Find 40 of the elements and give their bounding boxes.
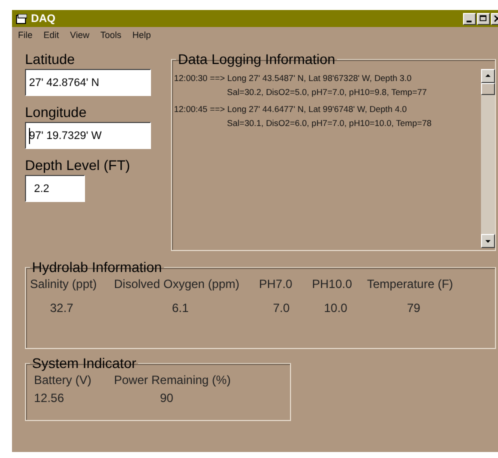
menu-item[interactable]: Tools xyxy=(100,30,122,40)
panel-title: System Indicator xyxy=(31,355,138,371)
column-label: PH10.0 xyxy=(312,277,354,291)
column-label: Salinity (ppt) xyxy=(30,277,98,291)
field-label: Latitude xyxy=(25,51,76,67)
value-text: 90 xyxy=(159,391,174,405)
scrollbar[interactable] xyxy=(481,69,495,248)
scroll-up-icon[interactable] xyxy=(481,69,495,83)
maximize-icon[interactable] xyxy=(477,12,490,24)
log-line: 12:00:30 ==> Long 27' 43.5487' N, Lat 98'67328' W, Depth 3.0 xyxy=(174,73,413,83)
value-text: 79 xyxy=(406,301,422,315)
menu-item[interactable]: File xyxy=(18,30,33,40)
panel-title: Hydrolab Information xyxy=(31,259,163,275)
column-label: Temperature (F) xyxy=(367,277,454,291)
window-icon xyxy=(16,14,27,24)
column-label: Disolved Oxygen (ppm) xyxy=(114,277,240,291)
menu-item[interactable]: Edit xyxy=(44,30,60,40)
scroll-thumb[interactable] xyxy=(481,83,495,95)
log-line: Sal=30.1, DisO2=6.0, pH7=7.0, pH10=10.0, Temp=78 xyxy=(226,118,433,128)
panel-title: Data Logging Information xyxy=(177,51,336,67)
value-text: 6.1 xyxy=(171,301,190,315)
text-field[interactable]: 97' 19.7329' W xyxy=(25,122,151,149)
value-text: 10.0 xyxy=(323,301,348,315)
value-text: 7.0 xyxy=(272,301,291,315)
value-text: 32.7 xyxy=(49,301,74,315)
scroll-down-icon[interactable] xyxy=(481,234,495,248)
field-label: Depth Level (FT) xyxy=(25,157,132,173)
minimize-icon[interactable] xyxy=(463,12,476,24)
menu-item[interactable]: View xyxy=(70,30,90,40)
log-line: Sal=30.2, DisO2=5.0, pH7=7.0, pH10=9.8, Temp=77 xyxy=(226,87,428,97)
column-label: Power Remaining (%) xyxy=(114,373,232,387)
window-title: DAQ xyxy=(31,12,56,24)
text-field[interactable]: 27' 42.8764' N xyxy=(25,69,151,96)
text-field[interactable]: 2.2 xyxy=(25,175,85,202)
menu-item[interactable]: Help xyxy=(132,30,151,40)
column-label: PH7.0 xyxy=(259,277,294,291)
log-line: 12:00:45 ==> Long 27' 44.6477' N, Lat 99'6748' W, Depth 4.0 xyxy=(174,104,408,114)
value-text: 12.56 xyxy=(34,391,66,405)
field-label: Longitude xyxy=(25,104,88,120)
column-label: Battery (V) xyxy=(34,373,92,387)
